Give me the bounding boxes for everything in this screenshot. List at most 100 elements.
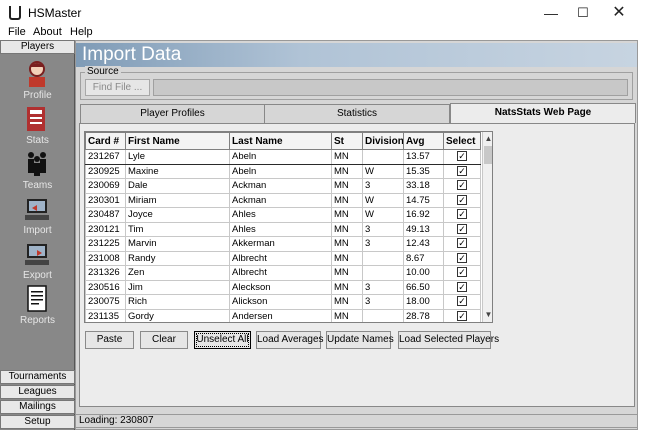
grid-scrollbar[interactable]: ▲ ▼ — [482, 132, 492, 322]
cell-avg[interactable]: 18.00 — [403, 294, 444, 310]
sidebar-item-teams[interactable]: Teams — [0, 150, 75, 195]
cell-card[interactable]: 231225 — [85, 236, 126, 252]
cell-last-name[interactable]: Ackman — [229, 192, 332, 208]
cell-state[interactable]: MN — [331, 163, 363, 179]
cell-avg[interactable]: 33.18 — [403, 178, 444, 194]
cell-card[interactable]: 230487 — [85, 207, 126, 223]
select-checkbox[interactable]: ✓ — [457, 310, 467, 321]
select-checkbox[interactable]: ✓ — [457, 281, 467, 292]
cell-state[interactable]: MN — [331, 236, 363, 252]
table-row[interactable]: 230121 Tim Ahles MN 3 49.13 ✓ — [85, 221, 481, 237]
cell-last-name[interactable]: Alickson — [229, 294, 332, 310]
cell-state[interactable]: MN — [331, 250, 363, 266]
cell-first-name[interactable]: Miriam — [125, 192, 230, 208]
cell-last-name[interactable]: Ackman — [229, 178, 332, 194]
cell-division[interactable] — [362, 308, 404, 322]
cell-division[interactable] — [362, 149, 404, 165]
cell-avg[interactable]: 16.92 — [403, 207, 444, 223]
cell-avg[interactable]: 14.75 — [403, 192, 444, 208]
select-checkbox[interactable]: ✓ — [457, 151, 467, 162]
cell-state[interactable]: MN — [331, 294, 363, 310]
select-checkbox[interactable]: ✓ — [457, 296, 467, 307]
source-path-field[interactable] — [153, 79, 628, 96]
cell-division[interactable] — [362, 265, 404, 281]
cell-first-name[interactable]: Gordy — [125, 308, 230, 322]
sidebar-item-reports[interactable]: Reports — [0, 285, 75, 330]
scroll-up-arrow-icon[interactable]: ▲ — [483, 134, 492, 144]
cell-avg[interactable]: 28.78 — [403, 308, 444, 322]
cell-state[interactable]: MN — [331, 178, 363, 194]
sidebar-item-export[interactable]: Export — [0, 240, 75, 285]
cell-state[interactable]: MN — [331, 149, 363, 165]
cell-division[interactable]: W — [362, 163, 404, 179]
load-selected-players-button[interactable]: Load Selected Players — [398, 331, 499, 349]
select-checkbox[interactable]: ✓ — [457, 252, 467, 263]
load-averages-button[interactable]: Load Averages — [256, 331, 324, 349]
cell-division[interactable] — [362, 250, 404, 266]
tab-statistics[interactable]: Statistics — [264, 104, 450, 123]
cell-last-name[interactable]: Albrecht — [229, 265, 332, 281]
sidebar-header-players[interactable]: Players — [0, 40, 75, 54]
cell-last-name[interactable]: Albrecht — [229, 250, 332, 266]
cell-first-name[interactable]: Zen — [125, 265, 230, 281]
unselect-all-button[interactable]: Unselect All — [194, 331, 251, 349]
cell-state[interactable]: MN — [331, 279, 363, 295]
cell-card[interactable]: 230516 — [85, 279, 126, 295]
cell-avg[interactable]: 12.43 — [403, 236, 444, 252]
select-checkbox[interactable]: ✓ — [457, 209, 467, 220]
cell-first-name[interactable]: Rich — [125, 294, 230, 310]
tab-player-profiles[interactable]: Player Profiles — [80, 104, 265, 123]
paste-button[interactable]: Paste — [85, 331, 134, 349]
table-row[interactable]: 231135 Gordy Andersen MN 28.78 ✓ — [85, 308, 481, 322]
cell-last-name[interactable]: Andersen — [229, 308, 332, 322]
menu-file[interactable]: File — [8, 26, 26, 38]
sidebar-item-setup[interactable]: Setup — [0, 415, 75, 429]
cell-last-name[interactable]: Abeln — [229, 163, 332, 179]
sidebar-item-leagues[interactable]: Leagues — [0, 385, 75, 399]
cell-avg[interactable]: 15.35 — [403, 163, 444, 179]
cell-division[interactable]: 3 — [362, 236, 404, 252]
col-first-name[interactable]: First Name — [125, 132, 230, 150]
col-select[interactable]: Select — [443, 132, 481, 150]
sidebar-item-profile[interactable]: Profile — [0, 60, 75, 105]
table-row[interactable]: 230487 Joyce Ahles MN W 16.92 ✓ — [85, 207, 481, 223]
table-row[interactable]: 230516 Jim Aleckson MN 3 66.50 ✓ — [85, 279, 481, 295]
col-card[interactable]: Card # — [85, 132, 126, 150]
cell-first-name[interactable]: Maxine — [125, 163, 230, 179]
cell-avg[interactable]: 66.50 — [403, 279, 444, 295]
sidebar-item-tournaments[interactable]: Tournaments — [0, 370, 75, 384]
cell-card[interactable]: 230301 — [85, 192, 126, 208]
cell-avg[interactable]: 13.57 — [403, 149, 444, 165]
cell-first-name[interactable]: Jim — [125, 279, 230, 295]
update-names-button[interactable]: Update Names — [326, 331, 394, 349]
tab-natsstats-web-page[interactable]: NatsStats Web Page — [450, 103, 636, 123]
cell-last-name[interactable]: Ahles — [229, 221, 332, 237]
cell-first-name[interactable]: Marvin — [125, 236, 230, 252]
cell-division[interactable]: 3 — [362, 279, 404, 295]
cell-card[interactable]: 230075 — [85, 294, 126, 310]
minimize-button[interactable]: — — [536, 3, 566, 23]
clear-button[interactable]: Clear — [140, 331, 188, 349]
sidebar-item-import[interactable]: Import — [0, 195, 75, 240]
menu-about[interactable]: About — [33, 26, 62, 38]
sidebar-item-mailings[interactable]: Mailings — [0, 400, 75, 414]
cell-avg[interactable]: 8.67 — [403, 250, 444, 266]
cell-division[interactable]: 3 — [362, 294, 404, 310]
cell-last-name[interactable]: Abeln — [229, 149, 332, 165]
table-row[interactable]: 231225 Marvin Akkerman MN 3 12.43 ✓ — [85, 236, 481, 252]
cell-first-name[interactable]: Lyle — [125, 149, 230, 165]
cell-state[interactable]: MN — [331, 207, 363, 223]
sidebar-item-stats[interactable]: Stats — [0, 105, 75, 150]
cell-division[interactable]: 3 — [362, 221, 404, 237]
menu-help[interactable]: Help — [70, 26, 93, 38]
cell-first-name[interactable]: Randy — [125, 250, 230, 266]
cell-division[interactable]: 3 — [362, 178, 404, 194]
maximize-button[interactable]: ☐ — [568, 3, 598, 23]
col-avg[interactable]: Avg — [403, 132, 444, 150]
table-row[interactable]: 231267 Lyle Abeln MN 13.57 ✓ — [85, 149, 481, 165]
cell-state[interactable]: MN — [331, 221, 363, 237]
select-checkbox[interactable]: ✓ — [457, 223, 467, 234]
cell-last-name[interactable]: Akkerman — [229, 236, 332, 252]
select-checkbox[interactable]: ✓ — [457, 165, 467, 176]
cell-card[interactable]: 230925 — [85, 163, 126, 179]
